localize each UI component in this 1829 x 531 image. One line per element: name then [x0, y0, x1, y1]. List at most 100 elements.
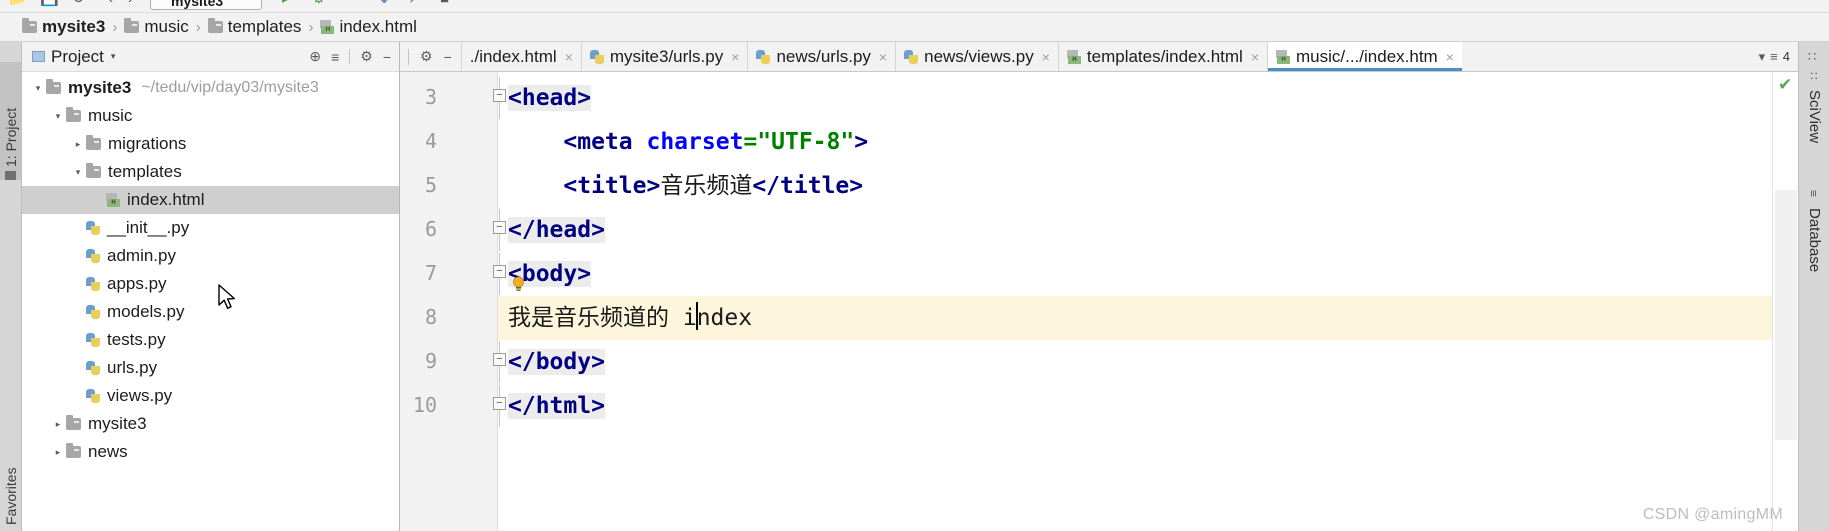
tree-row-music[interactable]: ▾ music	[22, 102, 399, 130]
tree-row-label: apps.py	[107, 274, 167, 293]
back-icon[interactable]: ‹	[108, 0, 113, 6]
editor-tab-news-views-py[interactable]: news/views.py ×	[895, 42, 1058, 71]
code-fold-toggle[interactable]: −	[493, 221, 508, 236]
close-icon[interactable]: ×	[879, 49, 887, 65]
tree-row-news[interactable]: ▸ news	[22, 438, 399, 466]
tree-row-templates[interactable]: ▾ templates	[22, 158, 399, 186]
project-tool-window: Project ▾ ⊕ ≡ ⚙ − ▾ mysite3 ~/tedu/vip/day…	[22, 42, 400, 531]
run-icon[interactable]: ▸	[282, 0, 290, 6]
tree-row-mysite3[interactable]: ▸ mysite3	[22, 410, 399, 438]
close-icon[interactable]: ×	[1042, 49, 1050, 65]
fold-minus-icon: −	[493, 265, 506, 278]
breadcrumb-separator: ›	[308, 18, 314, 36]
hide-editor-icon[interactable]: −	[444, 49, 452, 65]
breadcrumb-item-music[interactable]: music	[124, 17, 189, 37]
tree-row-path: ~/tedu/vip/day03/mysite3	[141, 79, 319, 96]
chevron-down-icon[interactable]: ▾	[111, 51, 116, 62]
code-fold-toggle[interactable]: −	[493, 89, 508, 104]
step-out-icon[interactable]: ↗	[408, 0, 421, 6]
editor-tab-news-urls-py[interactable]: news/urls.py ×	[747, 42, 895, 71]
code-content[interactable]: <head> <meta charset="UTF-8"> <title>音乐频…	[498, 72, 1772, 531]
sync-icon[interactable]: ↻	[72, 0, 85, 6]
python-file-icon	[86, 333, 100, 347]
chevron-right-icon[interactable]: ▸	[50, 419, 66, 430]
editor-tab-overflow[interactable]: ▾ ≡ 4	[1751, 42, 1798, 71]
save-icon[interactable]: 💾	[40, 0, 59, 6]
tree-row-mysite3[interactable]: ▾ mysite3 ~/tedu/vip/day03/mysite3	[22, 74, 399, 102]
tree-row-icon	[86, 135, 101, 150]
code-line-3[interactable]: <head>	[498, 76, 592, 120]
chevron-down-icon[interactable]: ▾	[70, 167, 86, 178]
locate-icon[interactable]: ⊕	[309, 48, 321, 65]
code-line-6[interactable]: </head>	[498, 208, 605, 252]
tree-row-tests-py[interactable]: tests.py	[22, 326, 399, 354]
tree-row--init-py[interactable]: __init__.py	[22, 214, 399, 242]
stop-icon[interactable]: ■	[440, 0, 449, 6]
scrollbar-thumb[interactable]	[1775, 190, 1797, 440]
hide-panel-icon[interactable]: −	[383, 49, 391, 65]
code-line-8[interactable]: 我是音乐频道的 index	[498, 296, 752, 340]
editor-tab--index-html[interactable]: ./index.html ×	[460, 42, 581, 71]
close-icon[interactable]: ×	[1446, 49, 1454, 65]
code-line-4[interactable]: <meta charset="UTF-8">	[498, 120, 868, 164]
chevron-right-icon[interactable]: ▸	[50, 447, 66, 458]
step-over-icon[interactable]: ↷	[344, 0, 357, 6]
settings-gear-icon[interactable]: ⚙	[420, 48, 433, 65]
editor-tab-label: ./index.html	[469, 46, 557, 66]
right-tool-window-bar: ∷ ∷ SciView ≡ Database	[1798, 42, 1829, 531]
tree-row-apps-py[interactable]: apps.py	[22, 270, 399, 298]
code-line-5[interactable]: <title>音乐频道</title>	[498, 164, 863, 208]
editor-gutter[interactable]: 3 − 4 5 6 − 7 − 8 9 − 10 −	[400, 72, 524, 531]
settings-gear-icon[interactable]: ⚙	[360, 48, 373, 65]
collapse-all-icon[interactable]: ≡	[331, 49, 339, 65]
code-fold-toggle[interactable]: −	[493, 353, 508, 368]
open-folder-icon[interactable]: 📁	[8, 0, 27, 6]
editor-tab-templates-index-html[interactable]: templates/index.html ×	[1057, 42, 1267, 71]
tree-row-icon	[86, 361, 100, 375]
intention-bulb-icon[interactable]	[512, 276, 525, 292]
tree-row-urls-py[interactable]: urls.py	[22, 354, 399, 382]
tree-row-migrations[interactable]: ▸ migrations	[22, 130, 399, 158]
editor-tab-mysite3-urls-py[interactable]: mysite3/urls.py ×	[580, 42, 748, 71]
code-line-10[interactable]: </html>	[498, 384, 605, 428]
project-tree[interactable]: ▾ mysite3 ~/tedu/vip/day03/mysite3 ▾ music ▸ m…	[22, 72, 399, 531]
chevron-down-icon[interactable]: ▾	[1759, 49, 1766, 65]
editor-marker-bar[interactable]: ✔	[1772, 72, 1798, 531]
fold-minus-icon: −	[493, 353, 506, 366]
breadcrumb-label: templates	[227, 17, 302, 36]
code-fold-toggle[interactable]: −	[493, 397, 508, 412]
code-fold-toggle[interactable]: −	[493, 265, 508, 280]
step-into-icon[interactable]: ↴	[376, 0, 389, 6]
tree-row-index-html[interactable]: index.html	[22, 186, 399, 214]
python-file-icon	[756, 49, 771, 64]
tool-window-tab-project[interactable]: 1: Project	[0, 62, 22, 180]
tree-row-views-py[interactable]: views.py	[22, 382, 399, 410]
inspection-status-icon[interactable]: ✔	[1778, 76, 1792, 93]
run-configuration-selector[interactable]: mysite3	[150, 0, 262, 10]
chevron-right-icon[interactable]: ▸	[70, 139, 86, 150]
chevron-down-icon[interactable]: ▾	[30, 83, 46, 94]
close-icon[interactable]: ×	[731, 49, 739, 65]
code-line-9[interactable]: </body>	[498, 340, 605, 384]
tree-row-models-py[interactable]: models.py	[22, 298, 399, 326]
tool-window-tab-sciview[interactable]: ∷ SciView	[1801, 72, 1828, 143]
tool-window-tab-favorites[interactable]: Favorites	[0, 449, 22, 525]
tool-window-tab-label: Favorites	[3, 467, 19, 525]
folder-icon	[46, 79, 61, 94]
line-number: 3	[424, 85, 437, 109]
editor-tab-music-index-htm[interactable]: music/.../index.htm ×	[1267, 42, 1462, 71]
breadcrumb-item-index-html[interactable]: index.html	[320, 17, 417, 37]
close-icon[interactable]: ×	[1251, 49, 1259, 65]
grid-icon[interactable]: ∷	[1808, 50, 1821, 63]
tree-row-admin-py[interactable]: admin.py	[22, 242, 399, 270]
tab-list-icon[interactable]: ≡	[1770, 49, 1778, 64]
breadcrumb-item-templates[interactable]: templates	[207, 17, 302, 37]
breadcrumb-item-mysite3[interactable]: mysite3	[22, 17, 105, 37]
tree-row-label: views.py	[107, 386, 173, 405]
editor-tabbar-actions: ⚙ −	[400, 42, 461, 71]
close-icon[interactable]: ×	[565, 49, 573, 65]
chevron-down-icon[interactable]: ▾	[50, 111, 66, 122]
forward-icon[interactable]: ›	[128, 0, 133, 6]
debug-icon[interactable]: ⚙	[312, 0, 325, 6]
tool-window-tab-database[interactable]: ≡ Database	[1801, 190, 1828, 272]
